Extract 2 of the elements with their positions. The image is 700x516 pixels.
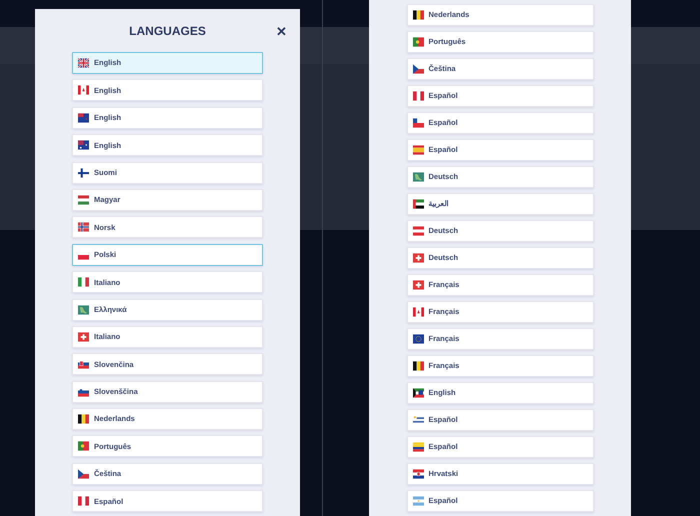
dialog-title: LANGUAGES [129, 22, 206, 40]
close-button[interactable]: ✕ [276, 25, 287, 38]
